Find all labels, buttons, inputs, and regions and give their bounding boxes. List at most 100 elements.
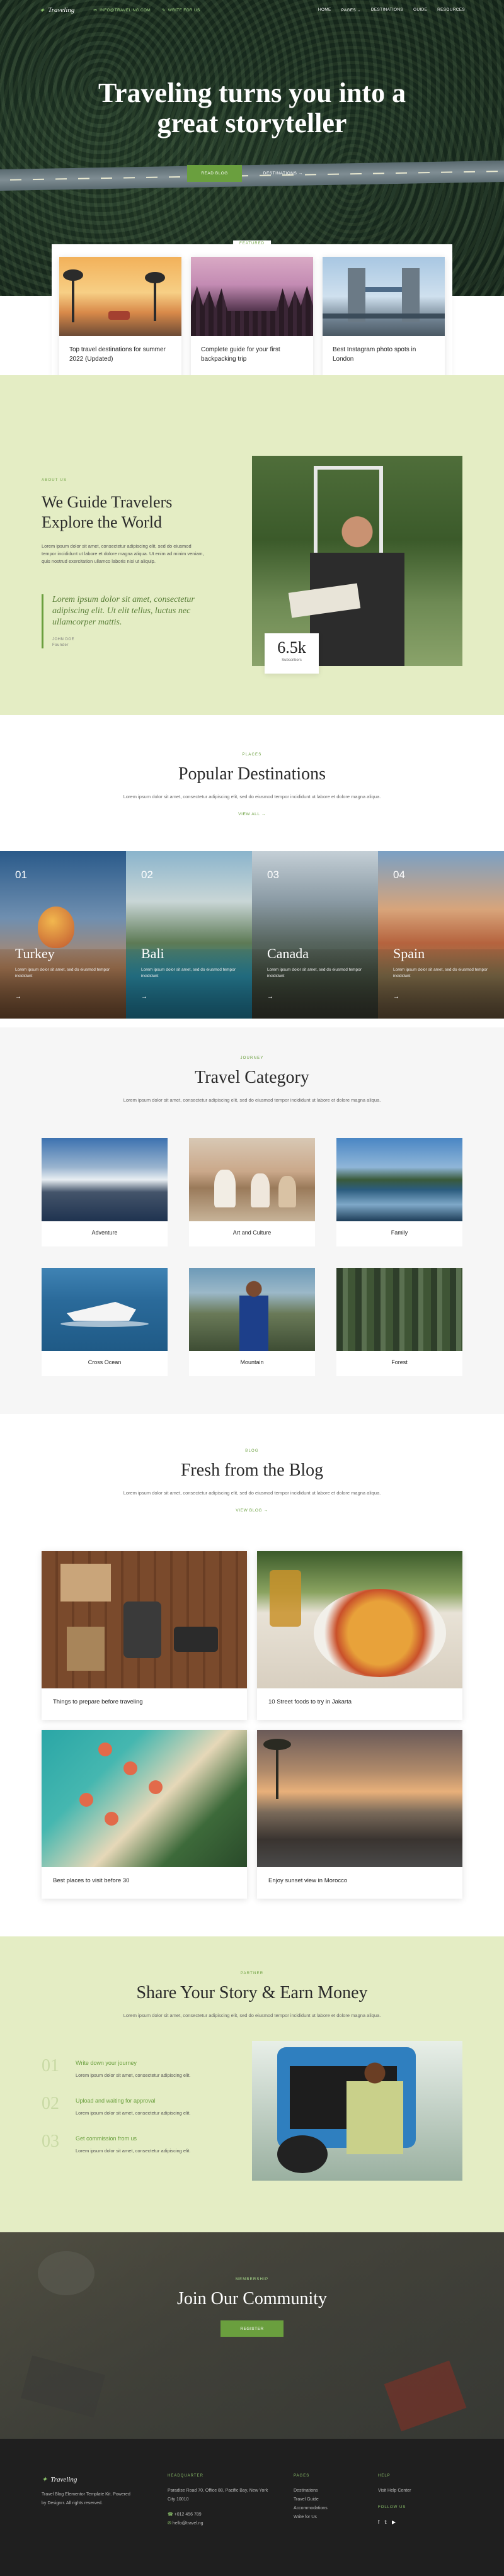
featured-card-title: Best Instagram photo spots in London <box>333 346 416 363</box>
blog-post-title: 10 Street foods to try in Jakarta <box>268 1698 352 1705</box>
menu-item-pages[interactable]: PAGES ⌄ <box>341 8 361 13</box>
category-card[interactable]: Forest <box>336 1268 462 1376</box>
destination-number: 04 <box>393 869 405 881</box>
category-image <box>42 1268 168 1351</box>
main-menu: HOME PAGES ⌄ DESTINATIONS GUIDE RESOURCE… <box>318 8 465 13</box>
category-card[interactable]: Cross Ocean <box>42 1268 168 1376</box>
blog-eyebrow: BLOG <box>245 1449 259 1453</box>
blog-post-card[interactable]: Best places to visit before 30 <box>42 1730 247 1899</box>
footer-link[interactable]: Write for Us <box>294 2513 369 2522</box>
blog-post-title: Enjoy sunset view in Morocco <box>268 1877 348 1884</box>
blog-post-image <box>257 1730 462 1867</box>
register-button[interactable]: REGISTER <box>220 2320 284 2337</box>
blog-title: Fresh from the Blog <box>180 1460 324 1480</box>
step-desc: Lorem ipsum dolor sit amet, consectetur … <box>76 2110 191 2116</box>
view-all-link[interactable]: VIEW ALL → <box>0 812 504 816</box>
featured-card-title: Top travel destinations for summer 2022 … <box>69 346 166 363</box>
destination-name: Spain <box>393 946 425 961</box>
destination-name: Canada <box>267 946 309 961</box>
community-header: MEMBERSHIP Join Our Community <box>0 2278 504 2309</box>
leaf-icon: ✦ <box>39 6 45 14</box>
leaf-icon: ✦ <box>42 2476 48 2483</box>
category-label: Mountain <box>240 1359 264 1365</box>
destination-card[interactable]: 04 Spain Lorem ipsum dolor sit amet, sed… <box>378 851 504 1019</box>
menu-item-home[interactable]: HOME <box>318 8 331 13</box>
twitter-icon[interactable]: 𝕥 <box>384 2518 387 2527</box>
category-card[interactable]: Art and Culture <box>189 1138 315 1246</box>
destination-desc: Lorem ipsum dolor sit amet, sed do eiusm… <box>141 968 236 978</box>
step-number: 03 <box>42 2132 59 2151</box>
destination-card[interactable]: 03 Canada Lorem ipsum dolor sit amet, se… <box>252 851 378 1019</box>
chevron-down-icon: ⌄ <box>357 8 361 13</box>
footer-phone[interactable]: ☎ +012 456 789 <box>168 2511 268 2519</box>
footer-pages-label: PAGES <box>294 2474 310 2478</box>
featured-card[interactable]: Top travel destinations for summer 2022 … <box>59 257 181 383</box>
step-title: Upload and waiting for approval <box>76 2098 156 2104</box>
destination-desc: Lorem ipsum dolor sit amet, sed do eiusm… <box>15 968 110 978</box>
blog-post-title: Best places to visit before 30 <box>53 1877 130 1884</box>
category-card[interactable]: Adventure <box>42 1138 168 1246</box>
category-image <box>42 1138 168 1221</box>
featured-label: FEATURED <box>233 240 271 247</box>
step-desc: Lorem ipsum dolor sit amet, consectetur … <box>76 2148 191 2154</box>
category-image <box>189 1138 315 1221</box>
mail-icon: ✉ <box>93 8 98 13</box>
category-header: JOURNEY Travel Category Lorem ipsum dolo… <box>0 1056 504 1104</box>
footer-tagline: Travel Blog Elementor Template Kit. Powe… <box>42 2492 130 2505</box>
nav-email-link[interactable]: ✉ INFO@TRAVELING.COM <box>93 8 151 13</box>
category-image <box>189 1268 315 1351</box>
destination-card[interactable]: 01 Turkey Lorem ipsum dolor sit amet, se… <box>0 851 126 1019</box>
share-subtitle: Lorem ipsum dolor sit amet, consectetur … <box>123 2013 381 2018</box>
menu-item-guide[interactable]: GUIDE <box>413 8 427 13</box>
mail-icon: ✉ <box>168 2521 171 2526</box>
step-title: Write down your journey <box>76 2060 137 2066</box>
featured-card[interactable]: Complete guide for your first backpackin… <box>191 257 313 383</box>
arrow-right-icon: → <box>261 812 266 816</box>
footer-pages: PAGES Destinations Travel Guide Accommod… <box>294 2471 369 2522</box>
read-blog-button[interactable]: READ BLOG <box>187 165 242 182</box>
blog-post-card[interactable]: 10 Street foods to try in Jakarta <box>257 1551 462 1720</box>
quote-text: Lorem ipsum dolor sit amet, consectetur … <box>52 595 195 627</box>
about-eyebrow: ABOUT US <box>42 478 67 482</box>
step-desc: Lorem ipsum dolor sit amet, consectetur … <box>76 2072 191 2078</box>
help-center-link[interactable]: Visit Help Center <box>378 2487 460 2495</box>
category-label: Family <box>391 1229 408 1236</box>
site-logo[interactable]: ✦ Traveling <box>39 6 74 14</box>
featured-card[interactable]: Best Instagram photo spots in London <box>323 257 445 383</box>
category-card[interactable]: Mountain <box>189 1268 315 1376</box>
footer-link[interactable]: Accommodations <box>294 2504 369 2513</box>
destination-desc: Lorem ipsum dolor sit amet, sed do eiusm… <box>393 968 488 978</box>
view-blog-link[interactable]: VIEW BLOG → <box>0 1508 504 1513</box>
blog-post-card[interactable]: Things to prepare before traveling <box>42 1551 247 1720</box>
category-card[interactable]: Family <box>336 1138 462 1246</box>
menu-item-resources[interactable]: RESOURCES <box>437 8 465 13</box>
share-step: 03 Get commission from us Lorem ipsum do… <box>42 2132 231 2157</box>
top-navigation: ✦ Traveling ✉ INFO@TRAVELING.COM ✎ WRITE F… <box>0 0 504 20</box>
footer-email[interactable]: ✉ hello@travel.ng <box>168 2519 268 2528</box>
nav-write-link[interactable]: ✎ WRITE FOR US <box>162 8 200 13</box>
footer-link[interactable]: Destinations <box>294 2487 369 2495</box>
community-section: MEMBERSHIP Join Our Community REGISTER <box>0 2232 504 2439</box>
blog-post-image <box>257 1551 462 1688</box>
footer-address: Paradise Road 70, Office 88, Pacific Bay… <box>168 2488 268 2502</box>
menu-item-destinations[interactable]: DESTINATIONS <box>371 8 403 13</box>
blog-header: BLOG Fresh from the Blog Lorem ipsum dol… <box>0 1449 504 1513</box>
destination-number: 01 <box>15 869 27 881</box>
footer-logo[interactable]: ✦ Traveling <box>42 2475 136 2484</box>
share-title: Share Your Story & Earn Money <box>136 1983 368 2003</box>
phone-icon: ☎ <box>168 2512 173 2517</box>
category-subtitle: Lorem ipsum dolor sit amet, consectetur … <box>123 1097 381 1103</box>
facebook-icon[interactable]: f <box>378 2518 379 2527</box>
destination-card[interactable]: 02 Bali Lorem ipsum dolor sit amet, sed … <box>126 851 252 1019</box>
destination-name: Bali <box>141 946 164 961</box>
destinations-button[interactable]: DESTINATIONS → <box>249 165 317 182</box>
blog-post-card[interactable]: Enjoy sunset view in Morocco <box>257 1730 462 1899</box>
footer-link[interactable]: Travel Guide <box>294 2495 369 2504</box>
category-image <box>336 1138 462 1221</box>
community-title: Join Our Community <box>176 2289 327 2308</box>
youtube-icon[interactable]: ▶ <box>392 2518 396 2527</box>
featured-card-image <box>191 257 313 336</box>
about-quote: Lorem ipsum dolor sit amet, consectetur … <box>42 594 212 648</box>
category-section: JOURNEY Travel Category Lorem ipsum dolo… <box>0 1027 504 1414</box>
step-title: Get commission from us <box>76 2135 137 2142</box>
